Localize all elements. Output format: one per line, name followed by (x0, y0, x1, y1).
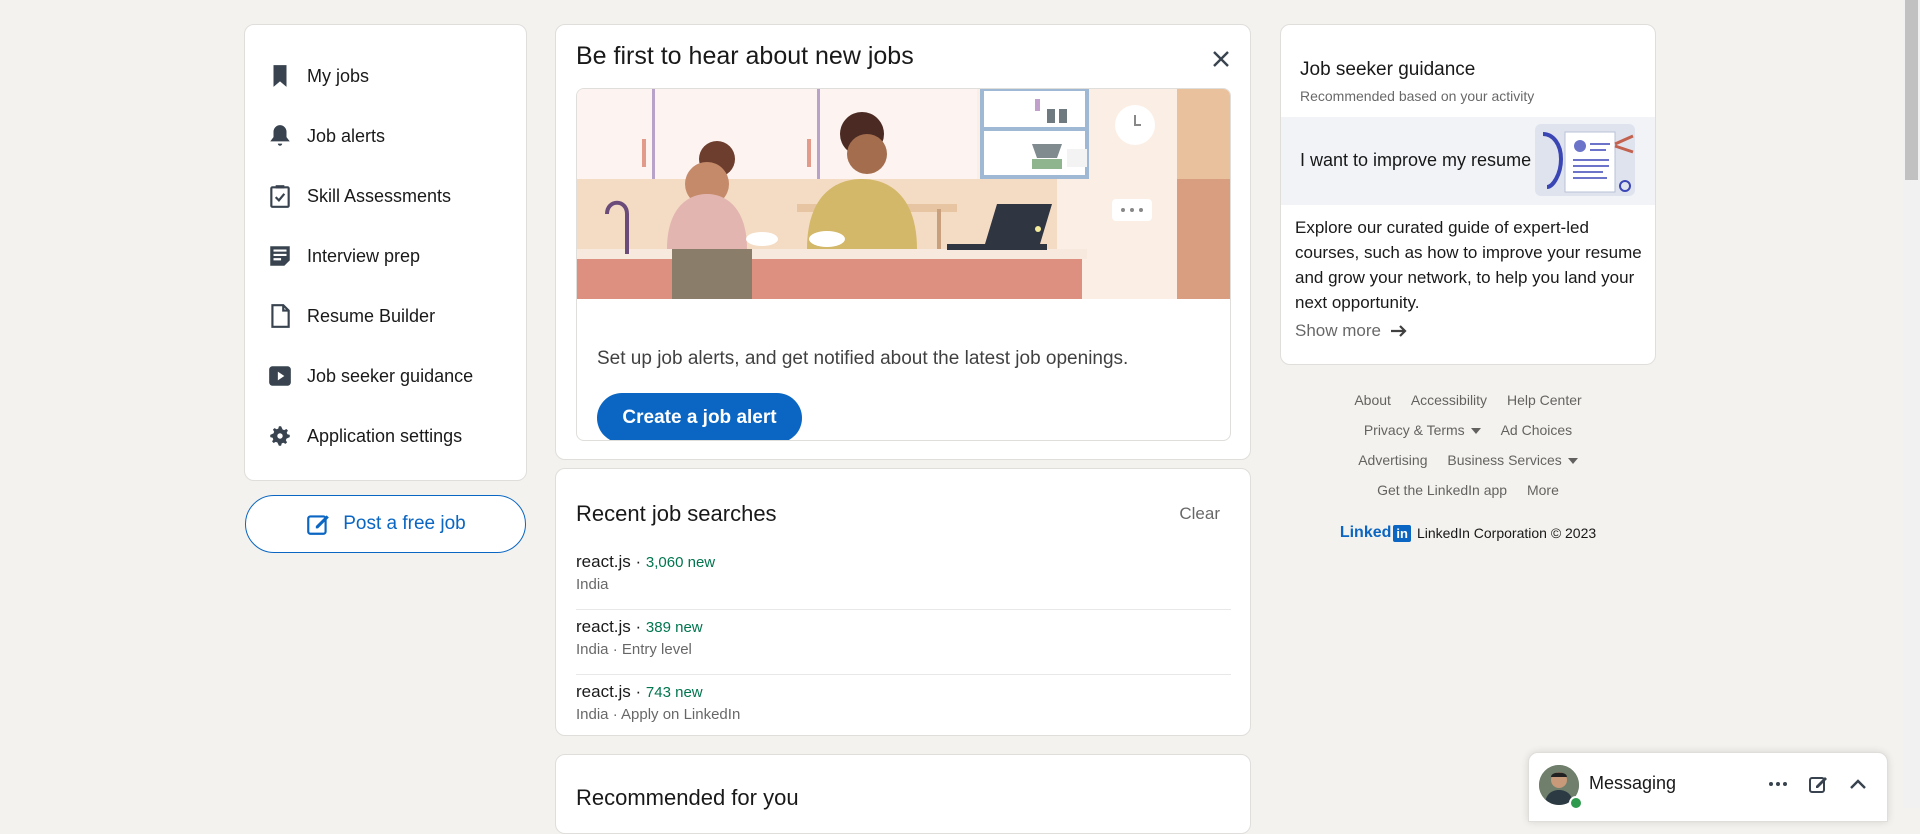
search-query: react.js (576, 682, 631, 701)
job-alert-promo-card: Be first to hear about new jobs Set up j… (555, 24, 1251, 460)
left-nav-card: My jobs Job alerts Skill Assessments Int… (244, 24, 527, 481)
footer-link-business-services[interactable]: Business Services (1447, 452, 1578, 468)
recent-search-row[interactable]: react.js · 389 new India · Entry level (576, 617, 1231, 675)
expand-messaging-button[interactable] (1845, 771, 1871, 797)
close-button[interactable] (1207, 45, 1235, 73)
footer-row-3: Advertising Business Services (1280, 452, 1656, 468)
recent-job-searches-card: Recent job searches Clear react.js · 3,0… (555, 468, 1251, 736)
guidance-subtitle: Recommended based on your activity (1300, 88, 1535, 104)
nav-item-my-jobs[interactable]: My jobs (267, 56, 369, 96)
nav-item-skill-assessments[interactable]: Skill Assessments (267, 176, 451, 216)
recommended-jobs-card: Recommended for you (555, 754, 1251, 834)
footer-link-advertising[interactable]: Advertising (1358, 452, 1427, 468)
ellipsis-icon (1769, 782, 1787, 786)
copyright-text: LinkedIn Corporation © 2023 (1416, 525, 1597, 541)
messaging-label: Messaging (1589, 773, 1677, 793)
show-more-link[interactable]: Show more (1295, 321, 1409, 341)
linkedin-logo: Linked in (1340, 524, 1411, 542)
post-free-job-label: Post a free job (343, 513, 466, 534)
scrollbar[interactable] (1903, 0, 1920, 808)
footer-link-help-center[interactable]: Help Center (1507, 392, 1582, 408)
search-summary: react.js · 743 new (576, 682, 703, 702)
compose-icon (1809, 777, 1827, 793)
new-count: 389 new (645, 619, 703, 636)
guidance-body: Explore our curated guide of expert-led … (1295, 218, 1642, 312)
footer-row-2: Privacy & Terms Ad Choices (1280, 422, 1656, 438)
nav-item-label: Skill Assessments (307, 185, 452, 206)
gear-icon (270, 426, 290, 446)
alert-description: Set up job alerts, and get notified abou… (597, 348, 1129, 369)
banner-text: I want to improve my resume (1300, 150, 1532, 170)
nav-item-job-seeker-guidance[interactable]: Job seeker guidance (267, 356, 473, 396)
kitchen-illustration (577, 89, 1230, 299)
search-detail: India · Apply on LinkedIn (576, 706, 741, 723)
post-free-job-button[interactable]: Post a free job (245, 495, 526, 553)
footer-link-get-app[interactable]: Get the LinkedIn app (1377, 482, 1507, 498)
business-services-label: Business Services (1447, 452, 1562, 468)
search-summary: react.js · 3,060 new (576, 552, 715, 572)
improve-resume-banner[interactable]: I want to improve my resume (1281, 117, 1655, 205)
messaging-bar[interactable]: Messaging (1528, 752, 1888, 822)
create-job-alert-button[interactable]: Create a job alert (597, 393, 802, 440)
search-separator: · (630, 617, 646, 636)
recommended-title: Recommended for you (576, 785, 799, 810)
footer-link-ad-choices[interactable]: Ad Choices (1501, 422, 1573, 438)
chevron-up-icon (1850, 779, 1866, 789)
copyright: Linked in LinkedIn Corporation © 2023 (1280, 524, 1656, 542)
note-icon (270, 246, 290, 266)
compose-message-button[interactable] (1805, 771, 1831, 797)
clipboard-check-icon (270, 185, 290, 208)
arrow-right-icon (1390, 325, 1407, 337)
footer-link-more[interactable]: More (1527, 482, 1559, 498)
resume-illustration (1535, 124, 1635, 196)
nav-item-job-alerts[interactable]: Job alerts (267, 116, 385, 156)
nav-item-label: Resume Builder (307, 305, 436, 326)
nav-item-label: Job alerts (307, 125, 386, 146)
search-query: react.js (576, 617, 631, 636)
recent-search-row[interactable]: react.js · 3,060 new India (576, 552, 1231, 610)
search-query: react.js (576, 552, 631, 571)
caret-down-icon (1470, 428, 1481, 435)
nav-item-application-settings[interactable]: Application settings (267, 416, 462, 456)
close-icon (1213, 51, 1229, 67)
new-count: 3,060 new (645, 554, 716, 571)
recent-searches-title: Recent job searches (576, 501, 777, 526)
footer-link-accessibility[interactable]: Accessibility (1411, 392, 1487, 408)
show-more-label: Show more (1295, 321, 1381, 340)
search-separator: · (630, 682, 646, 701)
bookmark-icon (273, 65, 287, 87)
scrollbar-thumb[interactable] (1905, 0, 1918, 180)
nav-item-label: Interview prep (307, 245, 421, 266)
search-detail: India · Entry level (576, 641, 692, 658)
nav-item-label: My jobs (307, 65, 370, 86)
more-options-button[interactable] (1765, 771, 1791, 797)
video-play-icon (269, 366, 291, 386)
logo-in: in (1393, 524, 1411, 542)
footer-row-1: About Accessibility Help Center (1280, 392, 1656, 408)
search-detail: India (576, 576, 609, 593)
nav-item-label: Job seeker guidance (307, 365, 474, 386)
footer-link-about[interactable]: About (1354, 392, 1391, 408)
job-seeker-guidance-card: Job seeker guidance Recommended based on… (1280, 24, 1656, 365)
clear-button[interactable]: Clear (1179, 504, 1220, 524)
caret-down-icon (1567, 458, 1578, 465)
nav-item-resume-builder[interactable]: Resume Builder (267, 296, 435, 336)
search-summary: react.js · 389 new (576, 617, 703, 637)
alert-card-title: Be first to hear about new jobs (576, 42, 914, 70)
new-count: 743 new (645, 684, 703, 701)
guidance-title: Job seeker guidance (1300, 59, 1476, 80)
document-icon (271, 304, 290, 328)
bell-icon (270, 125, 290, 146)
nav-item-label: Application settings (307, 425, 463, 446)
privacy-terms-label: Privacy & Terms (1363, 422, 1465, 438)
footer-row-4: Get the LinkedIn app More (1280, 482, 1656, 498)
footer-link-privacy-terms[interactable]: Privacy & Terms (1364, 422, 1481, 438)
edit-icon (307, 515, 330, 535)
recent-search-row[interactable]: react.js · 743 new India · Apply on Link… (576, 682, 1231, 732)
search-separator: · (630, 552, 646, 571)
logo-text: Linked (1339, 524, 1392, 541)
nav-item-interview-prep[interactable]: Interview prep (267, 236, 420, 276)
alert-inner-panel: Set up job alerts, and get notified abou… (576, 88, 1231, 441)
